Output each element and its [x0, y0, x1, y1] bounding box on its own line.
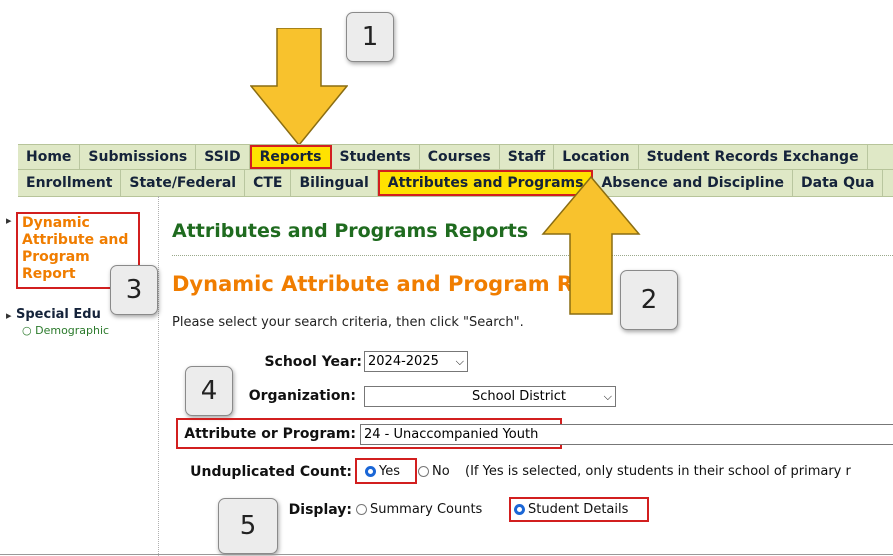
chevron-down-icon: ⌵ [455, 354, 464, 368]
attribute-label: Attribute or Program: [184, 426, 356, 442]
radio-selected-icon[interactable] [365, 466, 376, 477]
callout-4: 4 [185, 366, 233, 416]
sidebar-active-line: Dynamic [22, 215, 90, 231]
subnav-state-federal[interactable]: State/Federal [121, 170, 246, 196]
report-title: Dynamic Attribute and Program Rep [172, 272, 603, 296]
sidebar-divider [158, 196, 159, 556]
sidebar-bullet-icon: ▸ [6, 214, 12, 227]
down-arrow-annotation [250, 28, 348, 146]
attribute-select[interactable]: 24 - Unaccompanied Youth [360, 424, 893, 445]
sidebar-item-special-ed[interactable]: Special Edu [16, 307, 101, 322]
unduplicated-no-option[interactable]: No [418, 464, 450, 479]
nav-location[interactable]: Location [554, 145, 639, 169]
organization-value: School District [472, 389, 566, 404]
unduplicated-count-label: Unduplicated Count: [190, 464, 352, 480]
school-year-label: School Year: [264, 354, 362, 370]
school-year-select[interactable]: 2024-2025 ⌵ [364, 351, 468, 372]
nav-reports[interactable]: Reports [249, 145, 332, 169]
no-label: No [432, 464, 450, 479]
primary-nav: Home Submissions SSID Reports Students C… [18, 144, 893, 170]
chevron-down-icon: ⌵ [603, 389, 612, 403]
circle-bullet-icon: ○ [22, 324, 36, 337]
secondary-nav: Enrollment State/Federal CTE Bilingual A… [18, 170, 893, 197]
nav-ssid[interactable]: SSID [196, 145, 250, 169]
nav-courses[interactable]: Courses [420, 145, 500, 169]
radio-selected-icon[interactable] [514, 504, 525, 515]
subnav-data-quality[interactable]: Data Qua [793, 170, 884, 196]
yes-label: Yes [379, 464, 400, 479]
attribute-value: 24 - Unaccompanied Youth [364, 427, 539, 442]
nav-submissions[interactable]: Submissions [80, 145, 197, 169]
radio-unselected-icon[interactable] [356, 504, 367, 515]
display-summary-option[interactable]: Summary Counts [356, 502, 482, 517]
sidebar-subitem-demographic[interactable]: ○ Demographic [22, 324, 109, 337]
subnav-cte[interactable]: CTE [245, 170, 292, 196]
nav-student-records-exchange[interactable]: Student Records Exchange [639, 145, 868, 169]
unduplicated-yes-option[interactable]: Yes [365, 464, 400, 479]
heading-divider [172, 255, 893, 256]
callout-1: 1 [346, 12, 394, 62]
organization-label: Organization: [248, 388, 356, 404]
subnav-bilingual[interactable]: Bilingual [291, 170, 378, 196]
organization-select[interactable]: School District ⌵ [364, 386, 616, 407]
display-details-option[interactable]: Student Details [514, 502, 628, 517]
summary-label: Summary Counts [370, 502, 483, 517]
sidebar-active-line: Attribute and [22, 232, 129, 248]
subnav-enrollment[interactable]: Enrollment [18, 170, 122, 196]
callout-3: 3 [110, 265, 158, 315]
details-label: Student Details [528, 502, 629, 517]
sidebar-bullet-icon: ▸ [6, 309, 12, 322]
radio-unselected-icon[interactable] [418, 466, 429, 477]
callout-2: 2 [620, 270, 678, 330]
sidebar-active-line: Program [22, 249, 90, 265]
nav-home[interactable]: Home [18, 145, 81, 169]
instructions-text: Please select your search criteria, then… [172, 315, 524, 330]
bottom-divider [0, 554, 893, 555]
page-title: Attributes and Programs Reports [172, 220, 529, 242]
callout-5: 5 [218, 498, 278, 554]
unduplicated-note: (If Yes is selected, only students in th… [465, 464, 851, 479]
nav-students[interactable]: Students [332, 145, 420, 169]
nav-staff[interactable]: Staff [500, 145, 555, 169]
sidebar-subitem-label: Demographic [35, 324, 110, 337]
school-year-value: 2024-2025 [368, 354, 439, 369]
